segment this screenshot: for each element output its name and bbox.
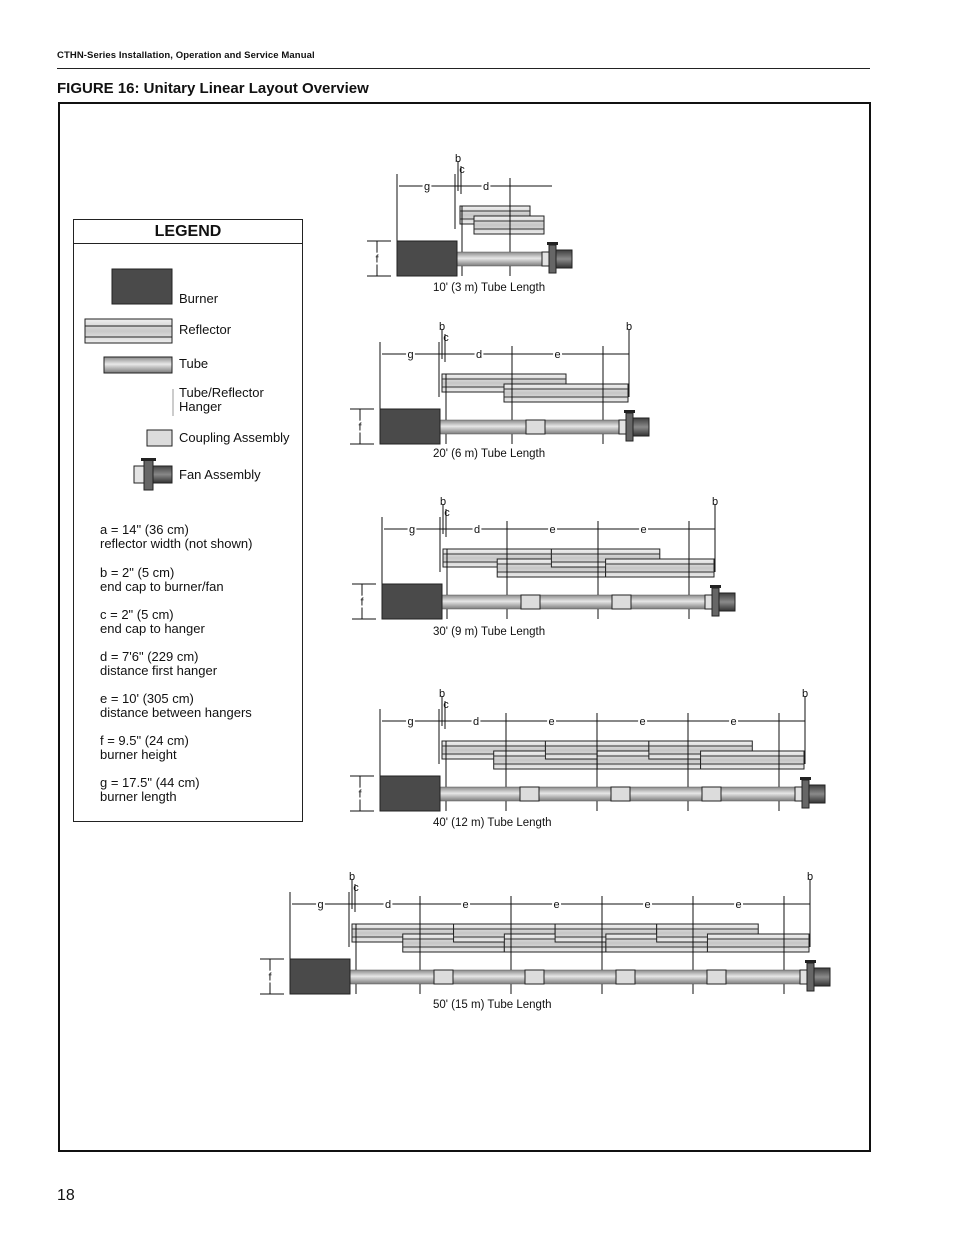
dim-label-e: e: [735, 899, 741, 911]
dim-label-f: f: [375, 254, 379, 266]
fan-assembly: [704, 585, 736, 617]
dim-label-d: d: [483, 181, 489, 193]
burner: [379, 408, 441, 445]
reflector: [605, 558, 715, 578]
reflector: [473, 215, 545, 235]
dim-label-b-end: b: [712, 496, 718, 508]
dim-label-f: f: [358, 422, 362, 434]
reflector: [503, 383, 629, 403]
coupling: [524, 969, 545, 985]
coupling: [706, 969, 727, 985]
burner: [289, 958, 351, 995]
coupling: [615, 969, 636, 985]
dim-label-g: g: [424, 181, 430, 193]
dim-label-c: c: [443, 332, 449, 344]
tube: [456, 251, 545, 267]
dim-label-e: e: [730, 716, 736, 728]
dim-label-b-end: b: [626, 321, 632, 333]
dim-label-d: d: [474, 524, 480, 536]
layout-caption: 50' (15 m) Tube Length: [433, 999, 552, 1011]
dim-label-f: f: [358, 789, 362, 801]
dim-label-e: e: [548, 716, 554, 728]
tube: [441, 594, 708, 610]
dim-label-b-end: b: [807, 871, 813, 883]
fan-assembly: [799, 960, 831, 992]
burner: [396, 240, 458, 277]
dim-label-d: d: [476, 349, 482, 361]
layout-caption: 20' (6 m) Tube Length: [433, 448, 545, 460]
burner: [379, 775, 441, 812]
dim-label-b-end: b: [802, 688, 808, 700]
page-number: 18: [57, 1187, 75, 1204]
layout-caption: 10' (3 m) Tube Length: [433, 282, 545, 294]
layout-caption: 40' (12 m) Tube Length: [433, 817, 552, 829]
dim-label-e: e: [639, 716, 645, 728]
dim-label-e: e: [462, 899, 468, 911]
coupling: [525, 419, 546, 435]
dim-label-c: c: [459, 164, 465, 176]
layout-5: gbcd e e e ebf50' (15 m) Tube Length: [260, 871, 831, 1011]
tube: [349, 969, 803, 985]
fan-assembly: [541, 242, 573, 274]
dim-label-e: e: [553, 899, 559, 911]
fan-assembly: [618, 410, 650, 442]
dim-label-e: e: [644, 899, 650, 911]
dim-label-e: e: [549, 524, 555, 536]
coupling: [610, 786, 631, 802]
dim-label-c: c: [353, 882, 359, 894]
coupling: [433, 969, 454, 985]
burner: [381, 583, 443, 620]
layout-3: gbcd e ebf30' (9 m) Tube Length: [352, 496, 736, 638]
layout-1: gbcdf10' (3 m) Tube Length: [367, 153, 573, 294]
dim-label-e: e: [554, 349, 560, 361]
dim-label-d: d: [385, 899, 391, 911]
coupling: [520, 594, 541, 610]
coupling: [519, 786, 540, 802]
dim-label-c: c: [444, 507, 450, 519]
reflector: [706, 933, 810, 953]
coupling: [611, 594, 632, 610]
dim-label-g: g: [317, 899, 323, 911]
dim-label-f: f: [360, 597, 364, 609]
dim-label-e: e: [640, 524, 646, 536]
coupling: [701, 786, 722, 802]
layout-caption: 30' (9 m) Tube Length: [433, 626, 545, 638]
reflector: [700, 750, 805, 770]
fan-assembly: [794, 777, 826, 809]
layout-2: gbcd ebf20' (6 m) Tube Length: [350, 321, 650, 460]
dim-label-g: g: [407, 349, 413, 361]
dim-label-d: d: [473, 716, 479, 728]
dim-label-f: f: [268, 972, 272, 984]
dim-label-c: c: [443, 699, 449, 711]
layout-4: gbcd e e ebf40' (12 m) Tube Length: [350, 688, 826, 829]
layout-diagrams: g b c d f 10' (3 m) Tube Length g b c d e b f 20' (6 …: [260, 153, 831, 1011]
dim-label-g: g: [407, 716, 413, 728]
dim-label-g: g: [409, 524, 415, 536]
